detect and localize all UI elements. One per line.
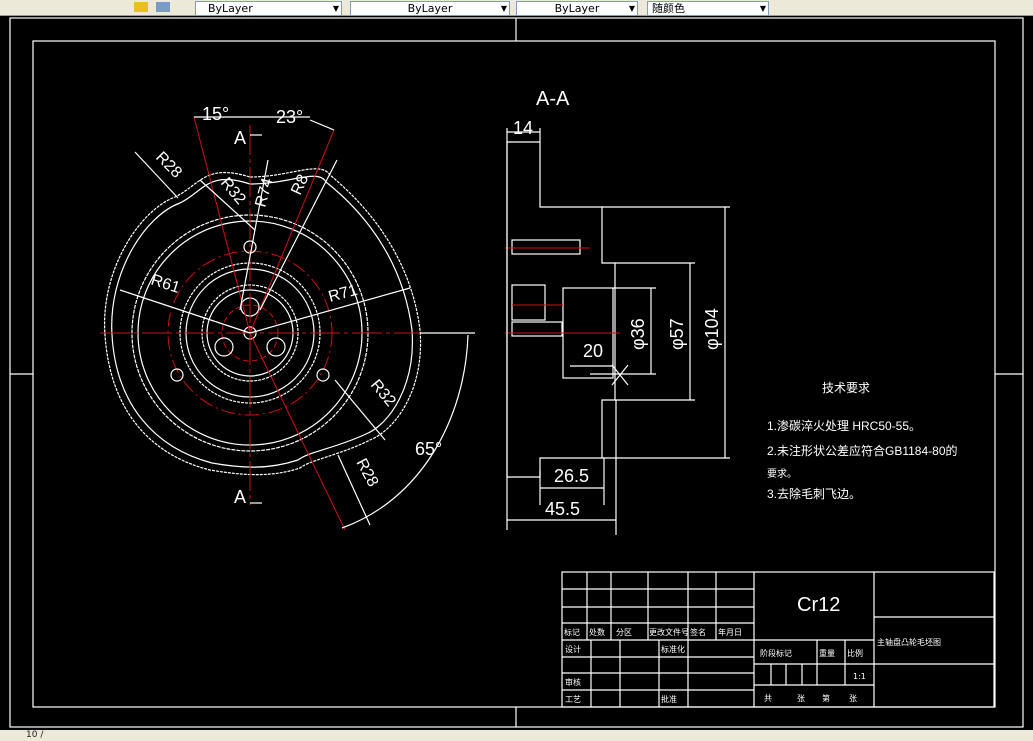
dim-r32-bottom: R32: [367, 377, 399, 410]
tb-header: 分区: [616, 628, 632, 637]
dim-angle-15: 15°: [202, 104, 229, 124]
tb-weight: 重量: [819, 648, 835, 658]
tb-header: 处数: [589, 627, 605, 637]
dim-r71: R71: [327, 282, 360, 306]
dim-14: 14: [513, 118, 533, 138]
tb-scale: 1:1: [853, 672, 866, 681]
dim-r28-bottom: R28: [352, 456, 381, 490]
toolbar: ByLayer ▼ ByLayer ▼ ByLayer ▼ 随颜色 ▼: [0, 0, 1033, 16]
tb-review: 审核: [565, 677, 581, 687]
status-bar: 10 /: [0, 730, 1033, 741]
tech-req-line: 要求。: [767, 468, 797, 480]
tb-stage: 阶段标记: [760, 648, 792, 658]
tb-header: 标记: [564, 627, 580, 637]
dim-r61: R61: [149, 272, 182, 297]
layer-manager-icon[interactable]: [134, 2, 148, 12]
dim-r8: R8: [288, 172, 312, 198]
inner-frame: [32, 40, 996, 708]
tb-material: Cr12: [797, 594, 840, 616]
dim-phi36: φ36: [628, 318, 648, 350]
tb-approve: 批准: [661, 694, 677, 704]
dim-phi57: φ57: [667, 318, 687, 350]
tech-req-line: 2.未注形状公差应符合GB1184-80的: [767, 443, 958, 458]
tb-design: 设计: [565, 644, 581, 654]
linetype-dropdown[interactable]: ByLayer ▼: [350, 1, 510, 16]
dim-20: 20: [583, 341, 603, 361]
dim-r74: R74: [252, 176, 276, 209]
chevron-down-icon: ▼: [500, 4, 507, 13]
chevron-down-icon: ▼: [628, 4, 635, 13]
front-view: A A 15° 23° 65° R28 R32 R74 R8 R61 R71 R…: [100, 104, 475, 531]
section-label-top: A: [234, 128, 246, 148]
layer-dropdown[interactable]: ByLayer ▼: [195, 1, 342, 16]
section-title: A-A: [536, 88, 570, 110]
dim-26-5: 26.5: [554, 466, 589, 486]
tech-req-title: 技术要求: [822, 381, 870, 395]
dim-phi104: φ104: [702, 308, 722, 350]
chevron-down-icon: ▼: [759, 4, 766, 13]
chevron-down-icon: ▼: [332, 4, 339, 13]
section-label-bottom: A: [234, 487, 246, 507]
tb-header: 签名: [690, 627, 706, 637]
tech-req-line: 3.去除毛刺飞边。: [767, 486, 861, 501]
technical-requirements: 技术要求 1.渗碳淬火处理 HRC50-55。 2.未注形状公差应符合GB118…: [767, 381, 958, 501]
tb-standard: 标准化: [661, 644, 685, 654]
tb-header: 年月日: [718, 627, 742, 637]
tb-sheets: 共: [764, 694, 772, 703]
dim-45-5: 45.5: [545, 499, 580, 519]
lineweight-dropdown[interactable]: ByLayer ▼: [516, 1, 638, 16]
tb-process: 工艺: [565, 695, 581, 704]
tb-ratio: 比例: [847, 648, 863, 658]
dim-angle-23: 23°: [276, 107, 303, 127]
tb-part-name: 主轴盘凸轮毛坯图: [877, 637, 941, 647]
tech-req-line: 1.渗碳淬火处理 HRC50-55。: [767, 418, 921, 433]
tb-header: 更改文件号: [649, 627, 689, 637]
dim-angle-65: 65°: [415, 439, 442, 459]
plotstyle-dropdown[interactable]: 随颜色 ▼: [647, 1, 769, 16]
tb-sheets: 第: [822, 693, 830, 703]
status-text: 10 /: [26, 730, 44, 740]
section-view: A-A 14 20 φ36 φ57 φ104 26.5 45.5: [505, 88, 730, 535]
tb-sheets: 张: [797, 694, 805, 703]
layer-states-icon[interactable]: [156, 2, 170, 12]
dim-r28-top: R28: [152, 149, 185, 182]
drawing-canvas[interactable]: A A 15° 23° 65° R28 R32 R74 R8 R61 R71 R…: [0, 12, 1033, 730]
tb-sheets: 张: [849, 694, 857, 703]
